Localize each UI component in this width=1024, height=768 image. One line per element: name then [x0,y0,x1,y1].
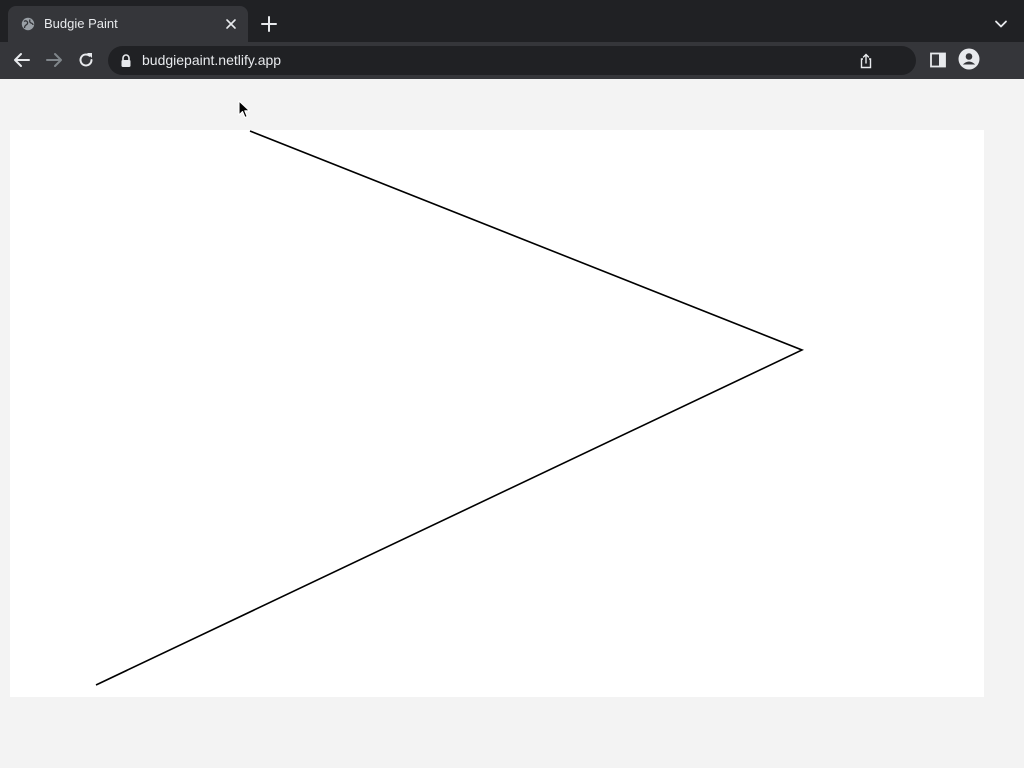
share-icon[interactable] [858,53,874,69]
chevron-down-icon[interactable] [993,16,1009,32]
tab-budgie-paint[interactable]: Budgie Paint [8,6,248,42]
url-text[interactable]: budgiepaint.netlify.app [142,52,281,68]
close-icon[interactable] [224,17,238,31]
globe-icon [21,17,35,31]
page-content [0,79,1024,768]
tab-title: Budgie Paint [44,16,118,31]
paint-canvas[interactable] [10,130,984,697]
profile-icon[interactable] [958,48,980,70]
reload-button[interactable] [76,50,96,70]
drawn-stroke [95,130,805,686]
lock-icon[interactable] [120,54,132,68]
address-bar[interactable]: budgiepaint.netlify.app [108,46,916,75]
mouse-cursor-icon [238,100,251,119]
tab-strip: Budgie Paint [0,0,1024,42]
forward-button[interactable] [44,50,64,70]
side-panel-icon[interactable] [929,51,947,69]
browser-toolbar: budgiepaint.netlify.app [0,42,1024,79]
new-tab-button[interactable] [260,15,278,33]
browser-window: Budgie Paint budgiepaint.netlify.app [0,0,1024,768]
back-button[interactable] [12,50,32,70]
